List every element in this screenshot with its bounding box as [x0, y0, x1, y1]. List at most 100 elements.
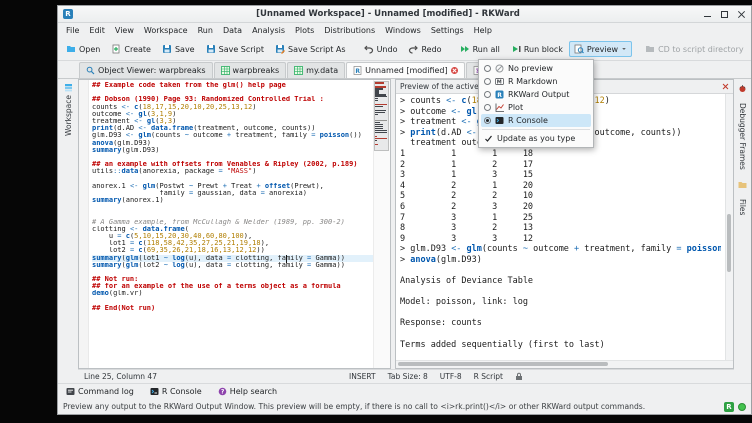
- minimap-viewport[interactable]: [374, 81, 389, 151]
- debugger-icon: [738, 84, 747, 93]
- console-icon: [495, 116, 504, 125]
- tab-object-viewer[interactable]: Object Viewer: warpbreaks: [79, 62, 213, 78]
- code-line: treatment <- gl(3,3): [92, 118, 373, 125]
- command-log-button[interactable]: Command log: [63, 386, 137, 397]
- data-table-icon: [221, 66, 230, 75]
- console-line: 3 1 3 15: [400, 170, 721, 181]
- code-line: ## Example code taken from the glm() hel…: [92, 82, 373, 89]
- undo-button[interactable]: Undo: [359, 41, 403, 57]
- editor-status-bar: Line 25, Column 47 INSERT Tab Size: 8 UT…: [78, 369, 734, 383]
- console-line: > anova(glm.D93): [400, 255, 721, 266]
- script-editor-pane[interactable]: ## Example code taken from the glm() hel…: [78, 79, 391, 369]
- console-horizontal-scrollbar[interactable]: [396, 360, 733, 368]
- help-search-button[interactable]: ? Help search: [215, 386, 280, 397]
- open-button[interactable]: Open: [61, 41, 105, 57]
- code-line: [92, 89, 373, 96]
- title-bar[interactable]: R [Unnamed Workspace] - Unnamed [modifie…: [58, 6, 751, 23]
- tab-size[interactable]: Tab Size: 8: [388, 372, 428, 381]
- save-button[interactable]: Save: [157, 41, 200, 57]
- svg-text:R: R: [356, 68, 361, 75]
- r-console-button[interactable]: R Console: [147, 386, 205, 397]
- menu-help[interactable]: Help: [469, 25, 497, 36]
- console-line: 4 2 1 20: [400, 181, 721, 192]
- redo-button[interactable]: Redo: [403, 41, 446, 57]
- help-search-icon: ?: [218, 387, 227, 396]
- code-line: print(d.AD <- data.frame(treatment, outc…: [92, 125, 373, 132]
- radio-icon: [484, 104, 491, 111]
- sidebar-tab-debugger-frames[interactable]: Debugger Frames: [738, 103, 747, 170]
- menu-file[interactable]: File: [61, 25, 84, 36]
- code-line: anova(glm.D93): [92, 140, 373, 147]
- r-engine-status-led: [738, 403, 746, 411]
- console-line: 1 1 1 18: [400, 149, 721, 160]
- code-line: ## Not run:: [92, 276, 373, 283]
- minimize-icon[interactable]: [703, 10, 712, 19]
- insert-mode[interactable]: INSERT: [349, 372, 376, 381]
- preview-close-icon[interactable]: [722, 83, 729, 90]
- menu-item-update-as-you-type[interactable]: Update as you type: [481, 132, 591, 145]
- code-line: [92, 204, 373, 211]
- scrollbar-handle[interactable]: [727, 214, 731, 272]
- run-all-button[interactable]: Run all: [455, 41, 505, 57]
- cd-to-script-directory-button[interactable]: CD to script directory: [640, 41, 749, 57]
- code-line: demo(glm.vr): [92, 290, 373, 297]
- editor-minimap[interactable]: [373, 80, 390, 368]
- folder-icon: [645, 44, 655, 54]
- menu-item-rkward-output[interactable]: R RKWard Output: [481, 88, 591, 101]
- tab-my-data[interactable]: my.data: [287, 62, 345, 78]
- code-line: anorex.1 <- glm(Postwt ~ Prewt + Treat +…: [92, 183, 373, 190]
- menu-distributions[interactable]: Distributions: [319, 25, 380, 36]
- scrollbar-handle[interactable]: [398, 362, 608, 366]
- code-area[interactable]: ## Example code taken from the glm() hel…: [89, 80, 373, 368]
- save-script-button[interactable]: Save Script: [201, 41, 269, 57]
- filetype[interactable]: R Script: [474, 372, 503, 381]
- r-engine-status-badge[interactable]: R: [724, 402, 734, 412]
- menu-item-plot[interactable]: Plot: [481, 101, 591, 114]
- preview-button[interactable]: Preview: [569, 41, 632, 57]
- console-line: > glm.D93 <- glm(counts ~ outcome + trea…: [400, 244, 721, 255]
- terminal-icon: [150, 387, 159, 396]
- console-line: [400, 308, 721, 319]
- close-icon[interactable]: [737, 10, 746, 19]
- create-button[interactable]: Create: [106, 41, 156, 57]
- menu-run[interactable]: Run: [193, 25, 218, 36]
- lock-icon[interactable]: [515, 372, 523, 381]
- sidebar-tab-files[interactable]: Files: [738, 199, 747, 215]
- tab-warpbreaks[interactable]: warpbreaks: [214, 62, 287, 78]
- menu-view[interactable]: View: [110, 25, 139, 36]
- cursor-position[interactable]: Line 25, Column 47: [84, 372, 157, 381]
- code-line: family = gaussian, data = anorexia): [92, 190, 373, 197]
- menu-item-no-preview[interactable]: No preview: [481, 62, 591, 75]
- tab-unnamed-script[interactable]: R Unnamed [modified]: [346, 62, 465, 78]
- menu-plots[interactable]: Plots: [290, 25, 319, 36]
- tab-close-icon[interactable]: [451, 67, 458, 74]
- save-script-as-button[interactable]: Save Script As: [270, 41, 351, 57]
- menu-data[interactable]: Data: [218, 25, 247, 36]
- radio-icon: [484, 78, 491, 85]
- chevron-down-icon: [621, 46, 627, 52]
- console-vertical-scrollbar[interactable]: [725, 94, 733, 360]
- menu-windows[interactable]: Windows: [380, 25, 426, 36]
- menu-workspace[interactable]: Workspace: [139, 25, 193, 36]
- code-line: lot1 = c(118,58,42,35,27,25,21,19,18),: [92, 240, 373, 247]
- menu-analysis[interactable]: Analysis: [247, 25, 290, 36]
- maximize-icon[interactable]: [720, 10, 729, 19]
- code-line: u = c(5,10,15,20,30,40,60,80,100),: [92, 233, 373, 240]
- code-line: [92, 269, 373, 276]
- menu-edit[interactable]: Edit: [84, 25, 110, 36]
- console-line: [400, 266, 721, 277]
- sidebar-tab-workspace[interactable]: Workspace: [64, 95, 73, 136]
- no-preview-icon: [495, 64, 504, 73]
- svg-text:R: R: [497, 92, 502, 99]
- r-script-icon: R: [353, 66, 362, 75]
- encoding[interactable]: UTF-8: [440, 372, 462, 381]
- menu-settings[interactable]: Settings: [426, 25, 469, 36]
- code-line: lot2 = c(69,35,26,21,18,16,13,12,12)): [92, 247, 373, 254]
- console-line: Analysis of Deviance Table: [400, 276, 721, 287]
- magnifier-icon: [86, 66, 95, 75]
- menu-item-r-markdown[interactable]: M R Markdown: [481, 75, 591, 88]
- radio-icon: [484, 91, 491, 98]
- menu-item-r-console[interactable]: R Console: [481, 114, 591, 127]
- code-line: ## End(Not run): [92, 305, 373, 312]
- run-block-button[interactable]: Run block: [506, 41, 568, 57]
